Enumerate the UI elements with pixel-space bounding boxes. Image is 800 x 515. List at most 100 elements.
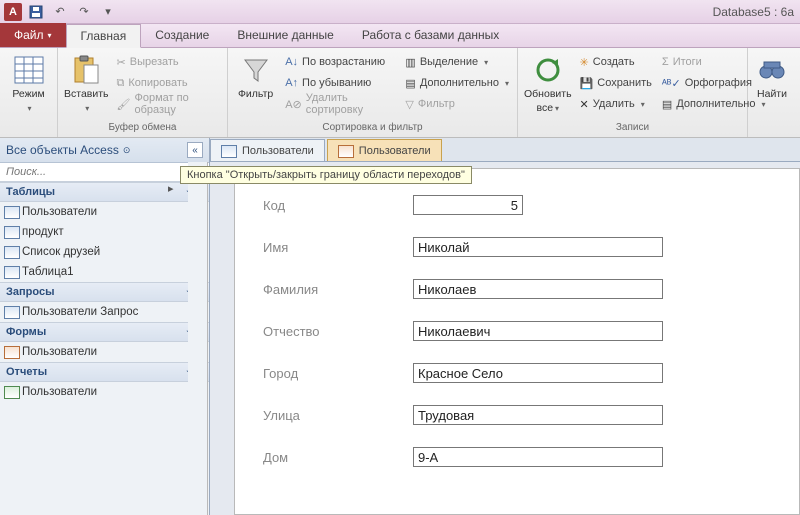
- document-tab[interactable]: Пользователи: [210, 139, 325, 161]
- nav-item[interactable]: Пользователи Запрос: [0, 302, 209, 322]
- tab-icon: [221, 145, 237, 157]
- file-tab[interactable]: Файл▾: [0, 23, 66, 47]
- nav-item[interactable]: продукт: [0, 222, 209, 242]
- redo-icon[interactable]: ↷: [74, 3, 94, 21]
- nav-item[interactable]: Пользователи: [0, 342, 209, 362]
- copy-button[interactable]: ⧉Копировать: [115, 73, 221, 93]
- copy-icon: ⧉: [117, 77, 125, 90]
- nav-group-header[interactable]: Таблицы☆▴: [0, 182, 209, 202]
- search-input[interactable]: [0, 163, 189, 181]
- title-bar: A ↶ ↷ ▾ Database5 : 6a: [0, 0, 800, 24]
- form-row: Дом9-А: [263, 447, 789, 467]
- advanced-icon: ▤: [405, 77, 415, 90]
- selection-icon: ▥: [405, 56, 415, 69]
- collapse-navpane-button[interactable]: «: [187, 142, 203, 158]
- brush-icon: 🖌: [117, 98, 131, 111]
- field-value[interactable]: 5: [413, 195, 523, 215]
- field-value[interactable]: Николаев: [413, 279, 663, 299]
- field-label: Имя: [263, 240, 413, 255]
- new-record-button[interactable]: ✳Создать: [578, 52, 654, 72]
- group-views: Режим: [0, 48, 58, 137]
- group-label-records: Записи: [524, 121, 741, 137]
- sigma-icon: Σ: [662, 56, 669, 68]
- form-row: ОтчествоНиколаевич: [263, 321, 789, 341]
- field-value[interactable]: Николаевич: [413, 321, 663, 341]
- undo-icon[interactable]: ↶: [50, 3, 70, 21]
- field-value[interactable]: Трудовая: [413, 405, 663, 425]
- format-painter-button[interactable]: 🖌Формат по образцу: [115, 94, 221, 114]
- group-clipboard: Вставить ✂Вырезать ⧉Копировать 🖌Формат п…: [58, 48, 228, 137]
- delete-record-button[interactable]: ✕Удалить: [578, 94, 654, 114]
- nav-header[interactable]: Все объекты Access ⊙ «: [0, 138, 209, 163]
- field-value[interactable]: Красное Село: [413, 363, 663, 383]
- nav-item[interactable]: Список друзей: [0, 242, 209, 262]
- group-find: Найти: [748, 48, 796, 137]
- nav-item[interactable]: Пользователи: [0, 202, 209, 222]
- navigation-pane: Все объекты Access ⊙ « Кнопка "Открыть/з…: [0, 138, 210, 515]
- view-mode-button[interactable]: Режим: [6, 50, 51, 114]
- more-icon: ▤: [662, 98, 672, 111]
- form-view: Код5ИмяНиколайФамилияНиколаевОтчествоНик…: [234, 168, 800, 515]
- paste-icon: [70, 54, 102, 86]
- tbl-icon: [4, 226, 20, 238]
- qat-customize-icon[interactable]: ▾: [98, 3, 118, 21]
- spell-icon: ᴬᴮ✓: [662, 77, 681, 90]
- frm-icon: [4, 346, 20, 358]
- rpt-icon: [4, 386, 20, 398]
- nav-header-label: Все объекты Access: [6, 143, 119, 157]
- sort-desc-icon: A↑: [285, 77, 298, 89]
- toggle-filter-icon: ▽: [405, 98, 413, 111]
- group-label-sortfilter: Сортировка и фильтр: [234, 121, 511, 137]
- ribbon: Режим Вставить ✂Вырезать ⧉Копировать 🖌Фо…: [0, 48, 800, 138]
- field-label: Город: [263, 366, 413, 381]
- sort-desc-button[interactable]: A↑По убыванию: [283, 73, 397, 93]
- advanced-filter-button[interactable]: ▤Дополнительно: [403, 73, 511, 93]
- group-sort-filter: Фильтр A↓По возрастанию A↑По убыванию A⊘…: [228, 48, 518, 137]
- app-icon: A: [4, 3, 22, 21]
- scissors-icon: ✂: [117, 56, 126, 69]
- document-tab[interactable]: Пользователи: [327, 139, 442, 161]
- form-row: ГородКрасное Село: [263, 363, 789, 383]
- new-icon: ✳: [580, 56, 589, 69]
- document-area: ПользователиПользователи ▸ Код5ИмяНикола…: [210, 138, 800, 515]
- dropdown-icon: ⊙: [123, 145, 131, 156]
- group-label-clipboard: Буфер обмена: [64, 121, 221, 137]
- save-record-button[interactable]: 💾Сохранить: [578, 73, 654, 93]
- field-value[interactable]: Николай: [413, 237, 663, 257]
- field-value[interactable]: 9-А: [413, 447, 663, 467]
- group-records: Обновить все ✳Создать 💾Сохранить ✕Удалит…: [518, 48, 748, 137]
- tab-home[interactable]: Главная: [66, 24, 142, 48]
- clear-sort-button[interactable]: A⊘Удалить сортировку: [283, 94, 397, 114]
- clear-sort-icon: A⊘: [285, 98, 302, 111]
- tab-external-data[interactable]: Внешние данные: [223, 23, 348, 47]
- delete-icon: ✕: [580, 98, 589, 111]
- sort-asc-icon: A↓: [285, 56, 298, 68]
- tab-icon: [338, 145, 354, 157]
- nav-group-header[interactable]: Формы☆▴: [0, 322, 209, 342]
- filter-button[interactable]: Фильтр: [234, 50, 277, 100]
- tbl-icon: [4, 246, 20, 258]
- selection-filter-button[interactable]: ▥Выделение: [403, 52, 511, 72]
- find-button[interactable]: Найти: [754, 50, 790, 100]
- toggle-filter-button[interactable]: ▽Фильтр: [403, 94, 511, 114]
- tab-database-tools[interactable]: Работа с базами данных: [348, 23, 513, 47]
- refresh-icon: [532, 54, 564, 86]
- form-row: УлицаТрудовая: [263, 405, 789, 425]
- tab-create[interactable]: Создание: [141, 23, 223, 47]
- nav-group-header[interactable]: Отчеты☆▴: [0, 362, 209, 382]
- form-row: Код5: [263, 195, 789, 215]
- record-selector-bar[interactable]: ▸: [188, 162, 208, 515]
- tooltip: Кнопка "Открыть/закрыть границу области …: [180, 166, 472, 184]
- funnel-icon: [240, 54, 272, 86]
- nav-item[interactable]: Пользователи: [0, 382, 209, 402]
- document-tabs: ПользователиПользователи: [210, 138, 800, 162]
- field-label: Дом: [263, 450, 413, 465]
- refresh-all-button[interactable]: Обновить все: [524, 50, 572, 114]
- paste-button[interactable]: Вставить: [64, 50, 109, 114]
- cut-button[interactable]: ✂Вырезать: [115, 52, 221, 72]
- sort-asc-button[interactable]: A↓По возрастанию: [283, 52, 397, 72]
- save-icon[interactable]: [26, 3, 46, 21]
- nav-group-header[interactable]: Запросы☆▴: [0, 282, 209, 302]
- nav-item[interactable]: Таблица1: [0, 262, 209, 282]
- window-title: Database5 : 6a: [118, 5, 800, 19]
